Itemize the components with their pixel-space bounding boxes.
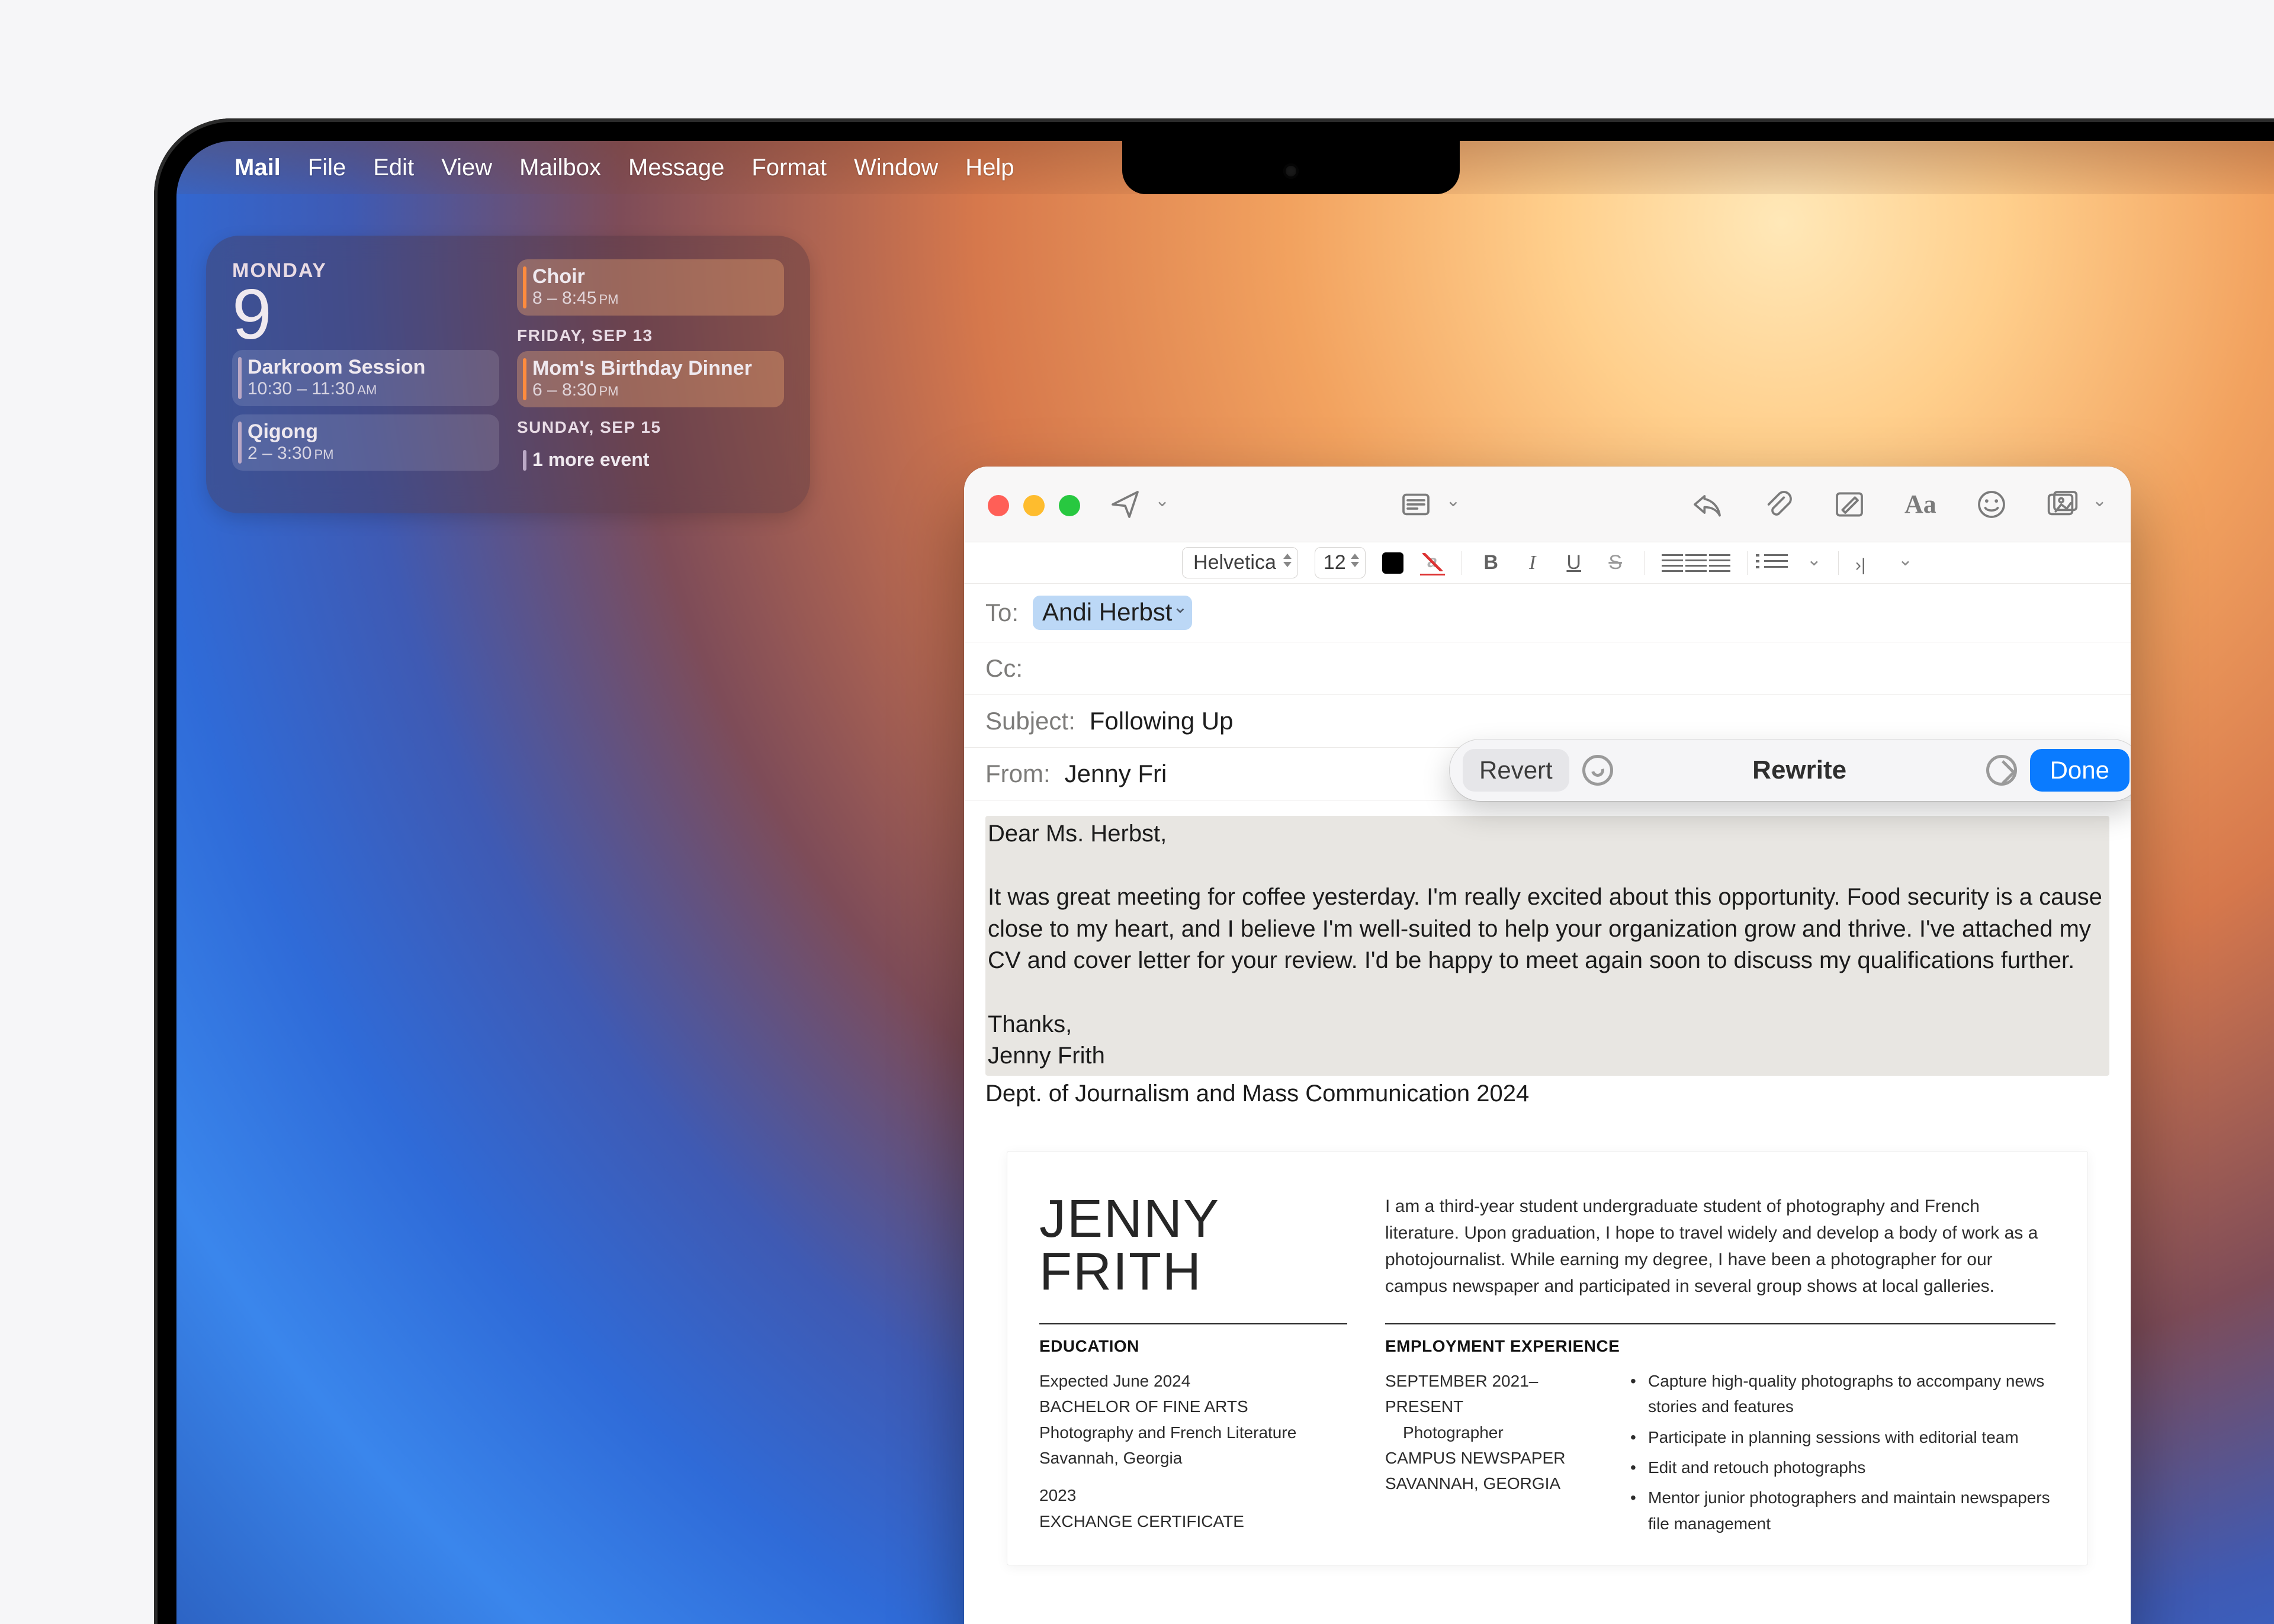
reply-icon[interactable] <box>1688 485 1726 523</box>
menu-file[interactable]: File <box>308 155 346 181</box>
resume-bullet: Mentor junior photographers and maintain… <box>1630 1485 2055 1536</box>
revert-button[interactable]: Revert <box>1463 749 1569 792</box>
attachment-preview[interactable]: JENNY FRITH I am a third-year student un… <box>1007 1151 2088 1565</box>
calendar-section: SUNDAY, SEP 15 <box>517 418 784 437</box>
photo-menu-chevron[interactable] <box>2090 494 2107 514</box>
message-body[interactable]: Dear Ms. Herbst, It was great meeting fo… <box>964 800 2131 1581</box>
menu-help[interactable]: Help <box>965 155 1014 181</box>
resume-first-name: JENNY <box>1039 1193 1347 1245</box>
clear-style-icon[interactable]: a <box>1420 551 1445 575</box>
resume-bullet: Participate in planning sessions with ed… <box>1630 1424 2055 1450</box>
strike-button[interactable]: S <box>1603 551 1628 574</box>
window-minimize-button[interactable] <box>1023 495 1045 516</box>
photo-browser-icon[interactable] <box>2044 485 2082 523</box>
window-titlebar[interactable]: Aa <box>964 467 2131 542</box>
laptop-frame: Mail File Edit View Mailbox Message Form… <box>154 118 2274 1624</box>
menu-view[interactable]: View <box>441 155 492 181</box>
menu-window[interactable]: Window <box>854 155 938 181</box>
format-toolbar: Helvetica 12 a B I U S <box>964 542 2131 584</box>
menu-edit[interactable]: Edit <box>373 155 414 181</box>
resume-employment-header: EMPLOYMENT EXPERIENCE <box>1385 1323 2055 1358</box>
menu-format[interactable]: Format <box>751 155 827 181</box>
app-name-menu[interactable]: Mail <box>235 155 281 181</box>
header-menu-chevron[interactable] <box>1443 494 1460 514</box>
previous-suggestion-icon[interactable] <box>1582 755 1613 786</box>
calendar-event[interactable]: Darkroom Session 10:30 – 11:30AM <box>232 350 499 406</box>
calendar-event[interactable]: Choir 8 – 8:45PM <box>517 259 784 316</box>
event-time: 10:30 – 11:30 <box>248 379 355 399</box>
body-paragraph: It was great meeting for coffee yesterda… <box>988 882 2107 977</box>
subject-field[interactable]: Following Up <box>1090 707 1234 735</box>
to-label: To: <box>985 599 1019 627</box>
cc-field[interactable] <box>1037 657 2109 680</box>
calendar-event[interactable]: Mom's Birthday Dinner 6 – 8:30PM <box>517 351 784 407</box>
calendar-day-number: 9 <box>232 279 499 350</box>
send-icon[interactable] <box>1106 485 1144 523</box>
list-button[interactable] <box>1764 554 1788 572</box>
font-family-select[interactable]: Helvetica <box>1182 547 1298 578</box>
emoji-icon[interactable] <box>1973 485 2010 523</box>
window-zoom-button[interactable] <box>1059 495 1080 516</box>
text-color-swatch[interactable] <box>1382 552 1403 574</box>
body-thanks: Thanks, <box>988 1009 2107 1041</box>
indent-button[interactable] <box>1855 553 1879 573</box>
resume-education-header: EDUCATION <box>1039 1323 1347 1358</box>
event-time: 8 – 8:45 <box>532 288 596 308</box>
event-title: Darkroom Session <box>248 356 489 379</box>
subject-label: Subject: <box>985 707 1075 735</box>
from-field[interactable]: Jenny Fri <box>1065 760 1167 788</box>
resume-last-name: FRITH <box>1039 1246 1347 1298</box>
mail-compose-window: Aa Helvetica 12 a B I U <box>964 467 2131 1624</box>
calendar-more[interactable]: 1 more event <box>517 443 784 478</box>
event-title: Qigong <box>248 420 489 443</box>
header-fields-icon[interactable] <box>1397 485 1435 523</box>
from-label: From: <box>985 760 1051 788</box>
writing-tools-bar: Revert Rewrite Done <box>1450 739 2131 801</box>
body-signature-name: Jenny Frith <box>988 1040 2107 1072</box>
cc-label: Cc: <box>985 654 1023 683</box>
window-close-button[interactable] <box>988 495 1009 516</box>
header-fields: To: Andi Herbst Cc: Subject: Following U… <box>964 584 2131 800</box>
done-button[interactable]: Done <box>2030 749 2130 792</box>
event-title: Mom's Birthday Dinner <box>532 357 773 380</box>
to-recipient-chip[interactable]: Andi Herbst <box>1033 596 1192 630</box>
bold-button[interactable]: B <box>1479 551 1504 574</box>
send-menu-chevron[interactable] <box>1152 494 1170 514</box>
camera-dot <box>1283 163 1299 179</box>
writing-tools-title: Rewrite <box>1626 755 1973 785</box>
event-more: 1 more event <box>532 449 773 471</box>
list-menu-chevron[interactable] <box>1804 551 1822 574</box>
calendar-event[interactable]: Qigong 2 – 3:30PM <box>232 414 499 471</box>
font-size-select[interactable]: 12 <box>1315 547 1366 578</box>
display-notch <box>1122 141 1460 194</box>
align-buttons[interactable] <box>1662 554 1730 572</box>
format-icon[interactable]: Aa <box>1902 485 1939 523</box>
event-time: 2 – 3:30 <box>248 443 311 464</box>
indent-menu-chevron[interactable] <box>1896 551 1913 574</box>
attachment-icon[interactable] <box>1759 485 1797 523</box>
calendar-section: FRIDAY, SEP 13 <box>517 326 784 345</box>
resume-summary: I am a third-year student undergraduate … <box>1385 1193 2055 1300</box>
menu-mailbox[interactable]: Mailbox <box>519 155 601 181</box>
underline-button[interactable]: U <box>1562 551 1586 574</box>
italic-button[interactable]: I <box>1520 552 1545 574</box>
event-title: Choir <box>532 265 773 288</box>
event-time: 6 – 8:30 <box>532 380 596 400</box>
resume-bullet: Edit and retouch photographs <box>1630 1455 2055 1480</box>
resume-bullet: Capture high-quality photographs to acco… <box>1630 1368 2055 1420</box>
body-greeting: Dear Ms. Herbst, <box>988 818 2107 850</box>
desktop: Mail File Edit View Mailbox Message Form… <box>176 141 2274 1624</box>
calendar-widget[interactable]: MONDAY 9 Darkroom Session 10:30 – 11:30A… <box>206 236 810 513</box>
next-suggestion-icon[interactable] <box>1986 755 2017 786</box>
body-signature-dept: Dept. of Journalism and Mass Communicati… <box>985 1078 2109 1110</box>
markup-icon[interactable] <box>1830 485 1868 523</box>
menu-message[interactable]: Message <box>628 155 724 181</box>
